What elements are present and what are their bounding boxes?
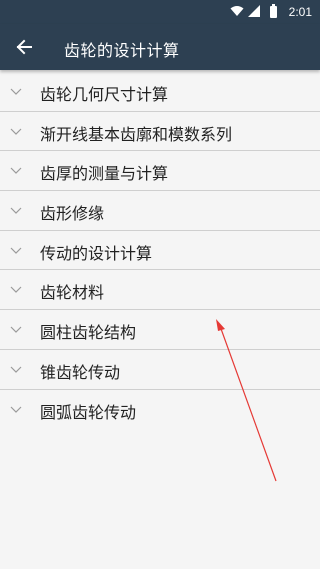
list-item[interactable]: 齿轮材料	[0, 270, 320, 311]
app-bar: 齿轮的设计计算	[0, 24, 320, 70]
list-item[interactable]: 圆弧齿轮传动	[0, 390, 320, 430]
chevron-down-icon	[10, 287, 22, 294]
list-item[interactable]: 渐开线基本齿廓和模数系列	[0, 112, 320, 152]
chevron-down-icon	[10, 247, 22, 254]
chevron-down-icon	[10, 167, 22, 175]
wifi-icon	[230, 6, 244, 16]
chevron-down-icon	[10, 406, 22, 413]
chevron-down-icon	[10, 88, 22, 95]
signal-icon	[248, 5, 260, 17]
list-item[interactable]: 齿厚的测量与计算	[0, 151, 320, 192]
list-item[interactable]: 传动的设计计算	[0, 231, 320, 271]
category-list: 齿轮几何尺寸计算 渐开线基本齿廓和模数系列 齿厚的测量与计算 齿形修缘 传动的设…	[0, 72, 320, 430]
list-item-label: 齿轮几何尺寸计算	[40, 85, 169, 104]
chevron-down-icon	[10, 207, 22, 214]
chevron-down-icon	[10, 326, 22, 333]
list-item-label: 锥齿轮传动	[40, 362, 121, 382]
battery-icon	[270, 4, 277, 18]
back-button[interactable]	[10, 33, 38, 61]
list-item[interactable]: 齿形修缘	[0, 191, 320, 231]
list-item-label: 齿轮材料	[40, 283, 105, 303]
list-item-label: 齿形修缘	[40, 204, 105, 224]
list-item-label: 传动的设计计算	[40, 243, 153, 263]
list-item-label: 渐开线基本齿廓和模数系列	[40, 124, 233, 144]
chevron-down-icon	[10, 128, 22, 135]
status-bar: 2:01	[0, 0, 320, 24]
list-item-label: 圆柱齿轮结构	[40, 323, 137, 343]
chevron-down-icon	[10, 366, 22, 373]
list-item[interactable]: 锥齿轮传动	[0, 350, 320, 390]
list-item[interactable]: 圆柱齿轮结构	[0, 310, 320, 350]
list-item[interactable]: 齿轮几何尺寸计算	[0, 72, 320, 112]
list-item-label: 齿厚的测量与计算	[40, 164, 169, 184]
list-item-label: 圆弧齿轮传动	[40, 402, 137, 422]
arrow-left-icon	[16, 39, 32, 55]
page-title: 齿轮的设计计算	[64, 41, 180, 60]
status-time: 2:01	[288, 5, 312, 19]
